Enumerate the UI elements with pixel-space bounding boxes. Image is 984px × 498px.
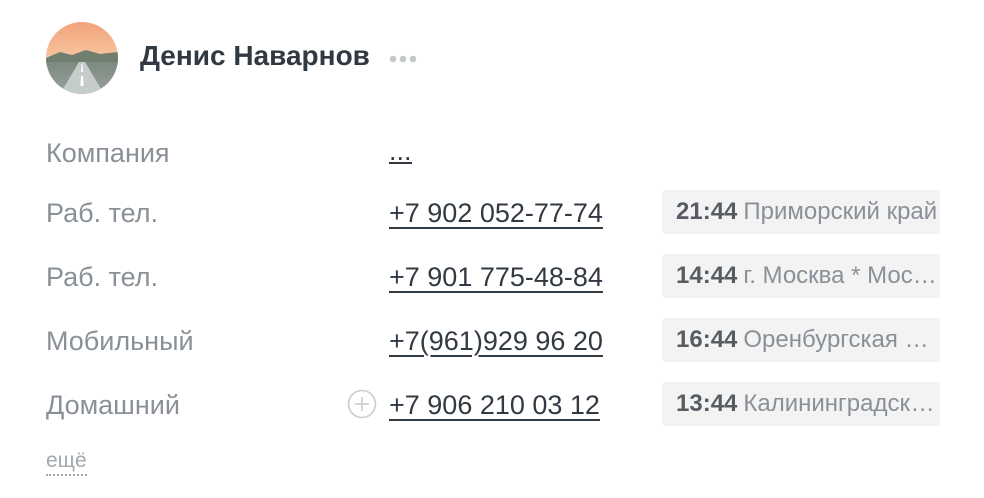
field-label: Мобильный (46, 326, 194, 356)
field-label: Раб. тел. (46, 262, 159, 292)
contact-name: Денис Наварнов (140, 40, 370, 71)
company-link[interactable]: ... (389, 138, 412, 165)
region-name: Приморский край (743, 198, 938, 225)
field-label: Домашний (46, 390, 180, 420)
local-time: 14:44 (676, 262, 738, 289)
phone-link[interactable]: +7 902 052-77-74 (389, 198, 603, 229)
timezone-chip: 21:44 Приморский край (662, 190, 940, 234)
local-time: 21:44 (676, 198, 738, 225)
phone-link[interactable]: +7(961)929 96 20 (389, 326, 603, 357)
phone-link[interactable]: +7 906 210 03 12 (389, 390, 600, 421)
timezone-chip: 14:44г. Москва * Московская область (662, 254, 940, 298)
timezone-chip: 16:44Оренбургская область (662, 318, 940, 362)
field-label: Компания (46, 138, 170, 168)
field-home-phone: Домашний +7 906 210 03 12 13:44 Калинингр… (0, 380, 984, 430)
field-label: Раб. тел. (46, 198, 159, 228)
local-time: 13:44 (676, 390, 738, 417)
field-work-phone-2: Раб. тел. +7 901 775-48-84 14:44 г. Москв… (0, 252, 984, 302)
avatar[interactable] (46, 22, 118, 94)
field-mobile-phone: Мобильный +7(961)929 96 20 16:44 Оренбург… (0, 316, 984, 366)
show-more-link[interactable]: ещё (46, 448, 87, 476)
local-time: 16:44 (676, 326, 738, 353)
region-name: г. Москва * Московская область (743, 262, 940, 289)
timezone-chip: 13:44Калининградская область (662, 382, 940, 426)
phone-link[interactable]: +7 901 775-48-84 (389, 262, 603, 293)
plus-circle-icon[interactable] (347, 389, 377, 419)
region-name: Оренбургская область (743, 326, 940, 353)
region-name: Калининградская область (743, 390, 940, 417)
field-work-phone-1: Раб. тел. +7 902 052-77-74 21:44 Приморск… (0, 188, 984, 238)
avatar-road-photo (46, 22, 118, 94)
more-dots-icon[interactable] (388, 51, 420, 67)
field-company: Компания ... (0, 128, 984, 178)
